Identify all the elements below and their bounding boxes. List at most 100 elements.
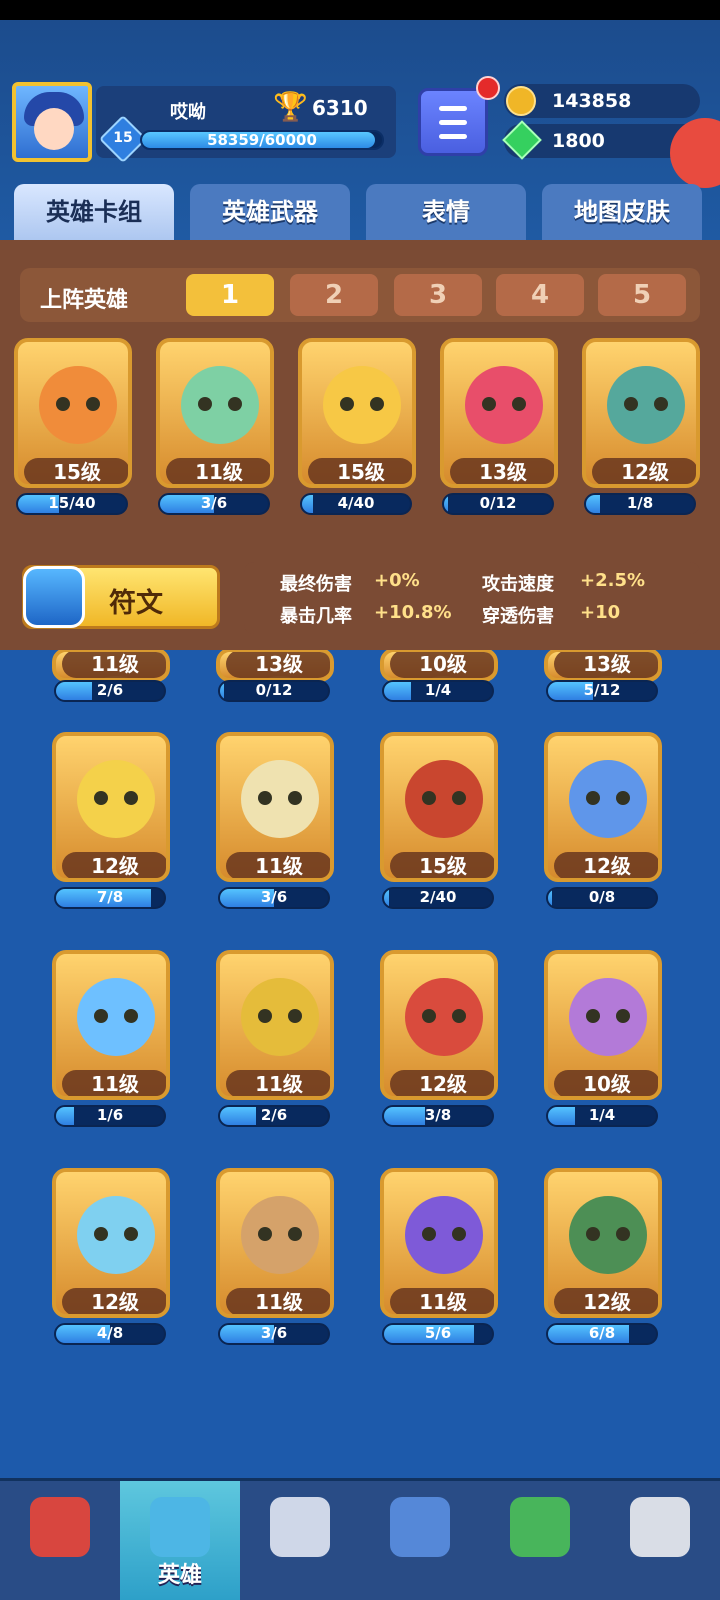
- hero-progress-text: 1/6: [96, 1106, 124, 1124]
- hero-portrait: [569, 760, 647, 838]
- rune-label: 符文: [109, 588, 163, 619]
- hero-portrait-frame: 13级: [544, 650, 662, 682]
- hero-eye: [624, 397, 638, 411]
- hero-eye: [288, 1227, 302, 1241]
- nav-item[interactable]: 英雄: [120, 1481, 240, 1600]
- player-avatar[interactable]: [12, 82, 92, 162]
- tab-hero-weapons[interactable]: 英雄武器: [190, 184, 350, 240]
- deck-slot-4[interactable]: 4: [496, 274, 584, 316]
- crossed-swords-icon: [270, 1497, 330, 1557]
- nav-item[interactable]: [600, 1481, 720, 1600]
- hero-progress-text: 2/6: [260, 1106, 288, 1124]
- hero-progress-text: 0/8: [588, 888, 616, 906]
- hero-portrait-frame: 10级: [380, 650, 498, 682]
- nav-item[interactable]: [240, 1481, 360, 1600]
- tab-hero-deck[interactable]: 英雄卡组: [14, 184, 174, 240]
- rune-button[interactable]: 符文: [22, 565, 220, 629]
- nav-item[interactable]: [480, 1481, 600, 1600]
- notification-dot: [476, 76, 500, 100]
- hero-card[interactable]: 11级 2/6: [212, 950, 338, 1127]
- hero-card[interactable]: 11级 3/6: [212, 732, 338, 909]
- hero-eye: [654, 397, 668, 411]
- hero-portrait: [569, 978, 647, 1056]
- hero-eye: [258, 791, 272, 805]
- coin-icon: [506, 86, 536, 116]
- hero-level: 12级: [554, 852, 658, 878]
- hero-card[interactable]: 12级 6/8: [540, 1168, 666, 1345]
- gold-currency[interactable]: 143858: [504, 84, 700, 118]
- hero-eye: [228, 397, 242, 411]
- sprout-block-icon: [510, 1497, 570, 1557]
- hero-card[interactable]: 12级 7/8: [48, 732, 174, 909]
- hero-card[interactable]: 11级 1/6: [48, 950, 174, 1127]
- hero-progress-text: 3/6: [260, 888, 288, 906]
- hero-card[interactable]: 15级 4/40: [294, 338, 420, 515]
- hero-level: 13级: [450, 458, 554, 484]
- deck-slot-3[interactable]: 3: [394, 274, 482, 316]
- tab-map-skins[interactable]: 地图皮肤: [542, 184, 702, 240]
- hero-progress-text: 5/6: [424, 1324, 452, 1342]
- hero-eye: [94, 791, 108, 805]
- hero-portrait-frame: 13级: [440, 338, 558, 488]
- hero-level: 13级: [554, 652, 658, 678]
- player-name: 哎呦: [170, 102, 206, 123]
- hero-card[interactable]: 12级 1/8: [578, 338, 704, 515]
- hero-portrait: [405, 978, 483, 1056]
- hero-portrait-frame: 15级: [14, 338, 132, 488]
- stat-value: +0%: [374, 570, 420, 591]
- hero-card[interactable]: 11级 5/6: [376, 1168, 502, 1345]
- team-cards-icon: [390, 1497, 450, 1557]
- hero-eye: [288, 1009, 302, 1023]
- bottom-navigation: 英雄: [0, 1478, 720, 1600]
- hero-level: 12级: [62, 1288, 166, 1314]
- tab-bar: 英雄卡组 英雄武器 表情 地图皮肤: [14, 184, 714, 244]
- deck-slot-1[interactable]: 1: [186, 274, 274, 316]
- hero-eye: [422, 791, 436, 805]
- hero-card[interactable]: 10级 1/4: [540, 950, 666, 1127]
- hero-eye: [586, 1009, 600, 1023]
- hero-card[interactable]: 12级 4/8: [48, 1168, 174, 1345]
- nav-item[interactable]: [360, 1481, 480, 1600]
- hero-progress-text: 1/4: [588, 1106, 616, 1124]
- hero-eye: [452, 1227, 466, 1241]
- gem-value: 1800: [552, 130, 605, 152]
- hero-portrait-frame: 13级: [216, 650, 334, 682]
- hero-eye: [56, 397, 70, 411]
- hero-card[interactable]: 12级 3/8: [376, 950, 502, 1127]
- hero-card[interactable]: 15级 15/40: [10, 338, 136, 515]
- hero-portrait-frame: 11级: [216, 950, 334, 1100]
- stat-value: +10: [580, 602, 621, 623]
- hero-level: 12级: [62, 852, 166, 878]
- nav-item[interactable]: [0, 1481, 120, 1600]
- hero-portrait-frame: 15级: [298, 338, 416, 488]
- hero-card[interactable]: 11级 3/6: [212, 1168, 338, 1345]
- deck-slot-2[interactable]: 2: [290, 274, 378, 316]
- stats-panel: 最终伤害 +0% 攻击速度 +2.5% 暴击几率 +10.8% 穿透伤害 +10: [244, 562, 700, 634]
- hero-card[interactable]: 11级 3/6: [152, 338, 278, 515]
- hero-eye: [124, 1227, 138, 1241]
- hero-card[interactable]: 12级 0/8: [540, 732, 666, 909]
- deck-slot-5[interactable]: 5: [598, 274, 686, 316]
- hero-progress-text: 3/8: [424, 1106, 452, 1124]
- hero-level: 11级: [390, 1288, 494, 1314]
- hero-progress-text: 2/40: [419, 888, 457, 906]
- hero-level: 11级: [226, 1070, 330, 1096]
- hero-level: 13级: [226, 652, 330, 678]
- hero-level: 11级: [62, 1070, 166, 1096]
- hero-progress-text: 1/8: [626, 494, 654, 512]
- hero-card[interactable]: 15级 2/40: [376, 732, 502, 909]
- hero-portrait: [77, 760, 155, 838]
- tab-emotes[interactable]: 表情: [366, 184, 526, 240]
- stat-value: +2.5%: [580, 570, 646, 591]
- hero-portrait-frame: 11级: [216, 1168, 334, 1318]
- hero-eye: [94, 1009, 108, 1023]
- hero-portrait-frame: 11级: [380, 1168, 498, 1318]
- trophy-icon: 🏆: [273, 90, 308, 123]
- hero-portrait-frame: 12级: [52, 1168, 170, 1318]
- hero-level: 11级: [226, 852, 330, 878]
- hero-portrait-frame: 11级: [52, 950, 170, 1100]
- hero-card[interactable]: 13级 0/12: [436, 338, 562, 515]
- menu-button[interactable]: [418, 88, 488, 156]
- hero-eye: [340, 397, 354, 411]
- hero-level: 12级: [390, 1070, 494, 1096]
